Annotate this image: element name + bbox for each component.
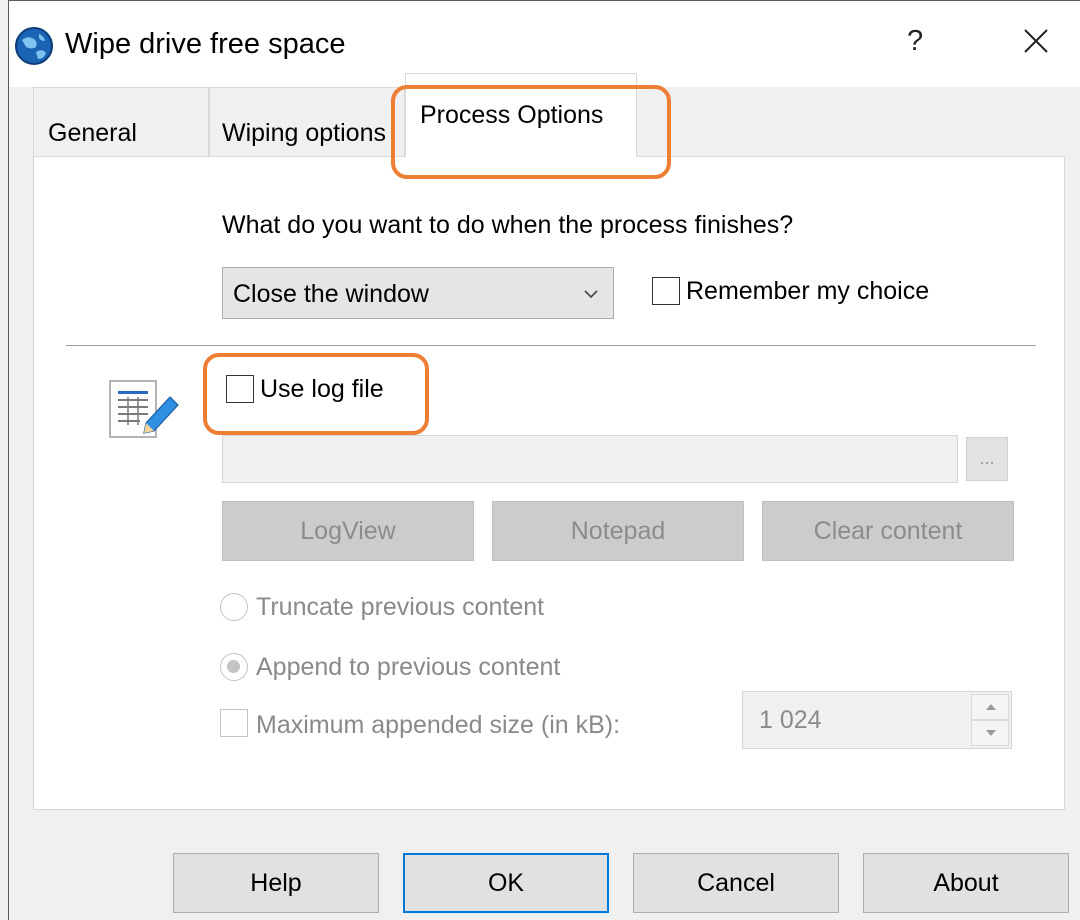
spin-down-button[interactable] xyxy=(971,720,1009,746)
spin-up-button[interactable] xyxy=(971,694,1009,720)
cancel-button[interactable]: Cancel xyxy=(633,853,839,913)
remember-choice-checkbox[interactable] xyxy=(652,277,680,305)
clear-content-button[interactable]: Clear content xyxy=(762,501,1014,561)
append-label[interactable]: Append to previous content xyxy=(256,651,560,683)
radio-selected-dot xyxy=(227,660,240,673)
notepad-button[interactable]: Notepad xyxy=(492,501,744,561)
close-icon[interactable] xyxy=(1021,26,1051,56)
browse-button[interactable]: ... xyxy=(966,437,1008,481)
truncate-radio[interactable] xyxy=(220,593,248,621)
separator xyxy=(66,345,1036,346)
spinner-arrows xyxy=(971,694,1009,746)
finish-question: What do you want to do when the process … xyxy=(222,211,794,239)
dialog-window: Wipe drive free space ? General Wiping o… xyxy=(8,0,1080,920)
max-size-spinner[interactable]: 1 024 xyxy=(742,691,1012,749)
finish-action-value: Close the window xyxy=(233,280,429,308)
append-radio[interactable] xyxy=(220,653,248,681)
logview-button[interactable]: LogView xyxy=(222,501,474,561)
truncate-label[interactable]: Truncate previous content xyxy=(256,591,544,623)
ok-button[interactable]: OK xyxy=(403,853,609,913)
process-options-panel: What do you want to do when the process … xyxy=(33,156,1065,810)
help-button[interactable]: Help xyxy=(173,853,379,913)
help-icon[interactable]: ? xyxy=(907,23,923,59)
use-log-file-checkbox[interactable] xyxy=(226,375,254,403)
window-title: Wipe drive free space xyxy=(65,28,346,60)
max-size-checkbox[interactable] xyxy=(220,709,248,737)
max-size-label[interactable]: Maximum appended size (in kB): xyxy=(256,709,620,741)
remember-choice-label[interactable]: Remember my choice xyxy=(686,275,929,307)
tab-general[interactable]: General xyxy=(33,87,209,157)
chevron-down-icon xyxy=(584,290,598,299)
about-button[interactable]: About xyxy=(863,853,1069,913)
chevron-down-icon xyxy=(986,730,996,736)
globe-app-icon xyxy=(15,27,53,65)
tab-process-options[interactable]: Process Options xyxy=(405,73,637,157)
use-log-file-label[interactable]: Use log file xyxy=(260,373,384,405)
tab-wiping-options[interactable]: Wiping options xyxy=(209,87,405,157)
finish-action-dropdown[interactable]: Close the window xyxy=(222,267,614,319)
tab-strip: General Wiping options Process Options xyxy=(9,73,1080,157)
chevron-up-icon xyxy=(986,704,996,710)
log-path-input[interactable] xyxy=(222,435,958,483)
max-size-value: 1 024 xyxy=(759,706,822,734)
log-file-edit-icon xyxy=(109,380,179,438)
